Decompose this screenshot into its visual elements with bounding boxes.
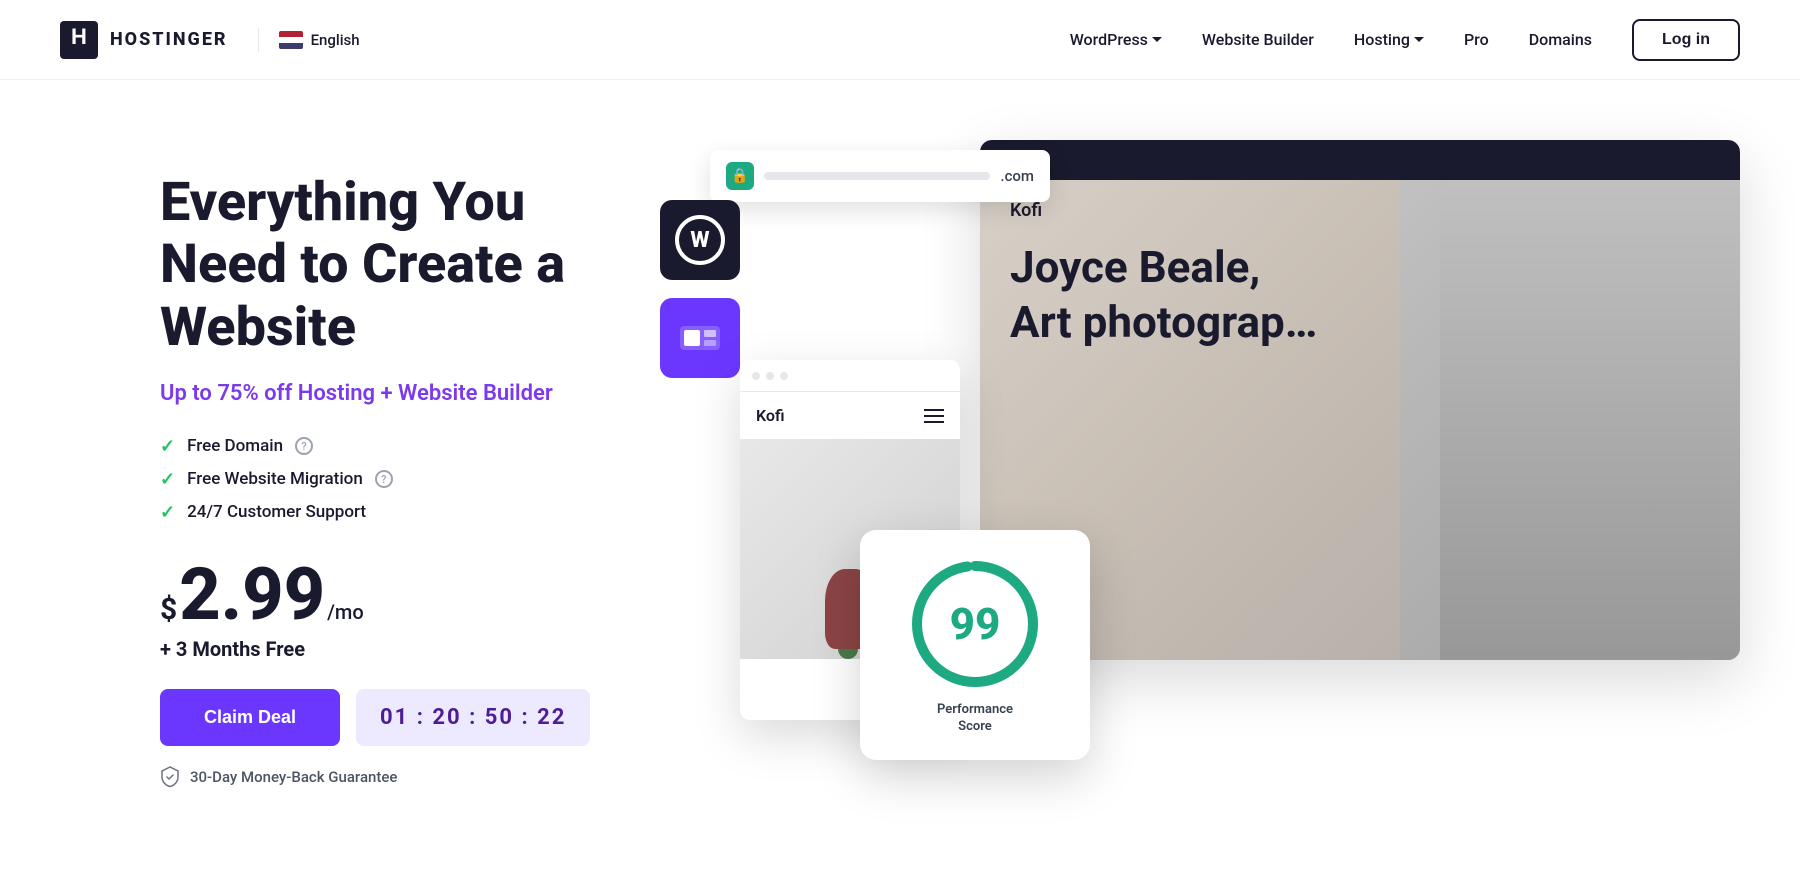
check-icon: ✓	[160, 436, 175, 457]
language-label: English	[311, 31, 360, 49]
website-hero-text: Joyce Beale, Art photograp…	[1010, 240, 1317, 350]
nav-item-hosting[interactable]: Hosting	[1354, 30, 1424, 49]
wordpress-icon-box: W	[660, 200, 740, 280]
hero-section: Everything You Need to Create a Website …	[0, 80, 1800, 880]
webflow-icon	[676, 320, 724, 356]
url-line	[764, 172, 990, 180]
mobile-site-name: Kofi	[756, 406, 785, 425]
info-icon[interactable]: ?	[295, 437, 313, 455]
browser-large: Kofi Joyce Beale, Art photograp…	[980, 140, 1740, 660]
price-block: $ 2.99 /mo + 3 Months Free	[160, 559, 600, 661]
price-dollar: $	[160, 592, 177, 627]
nav-divider	[258, 28, 259, 52]
chevron-down-icon	[1414, 37, 1424, 42]
info-icon[interactable]: ?	[375, 470, 393, 488]
url-dot-com: .com	[1000, 167, 1034, 185]
guarantee-text: 30-Day Money-Back Guarantee	[160, 766, 600, 788]
navigation: H HOSTINGER English WordPress Website Bu…	[0, 0, 1800, 80]
flag-icon	[279, 31, 303, 49]
price-number: 2.99	[179, 559, 325, 631]
website-preview: Kofi Joyce Beale, Art photograp…	[980, 180, 1740, 660]
performance-ring: 99	[905, 554, 1045, 694]
mobile-header: Kofi	[740, 392, 960, 439]
nav-item-website-builder[interactable]: Website Builder	[1202, 30, 1314, 49]
login-button[interactable]: Log in	[1632, 19, 1740, 61]
webflow-icon-box	[660, 298, 740, 378]
ssl-badge: 🔒	[726, 162, 754, 190]
check-icon: ✓	[160, 502, 175, 523]
performance-score-label: PerformanceScore	[937, 702, 1013, 736]
mobile-dot	[766, 372, 774, 380]
wordpress-icon: W	[675, 215, 725, 265]
chevron-down-icon	[1152, 37, 1162, 42]
logo-text: HOSTINGER	[110, 29, 228, 50]
url-bar: 🔒 .com	[710, 150, 1050, 202]
website-site-name: Kofi	[980, 180, 1740, 241]
language-selector[interactable]: English	[279, 31, 360, 49]
browser-body: Kofi Joyce Beale, Art photograp…	[980, 180, 1740, 660]
countdown-timer: 01 : 20 : 50 : 22	[356, 689, 590, 746]
nav-item-domains[interactable]: Domains	[1529, 30, 1592, 49]
logo[interactable]: H HOSTINGER	[60, 21, 228, 59]
hero-title: Everything You Need to Create a Website	[160, 172, 600, 358]
mobile-toolbar	[740, 360, 960, 392]
hero-right: 🔒 .com W	[660, 120, 1740, 840]
nav-item-wordpress[interactable]: WordPress	[1070, 30, 1162, 49]
hero-left: Everything You Need to Create a Website …	[160, 172, 660, 787]
hero-subtitle: Up to 75% off Hosting + Website Builder	[160, 381, 600, 406]
performance-score-number: 99	[950, 602, 1001, 646]
hostinger-logo-icon: H	[60, 21, 98, 59]
mobile-dot	[752, 372, 760, 380]
price-free: + 3 Months Free	[160, 637, 600, 661]
list-item: ✓ Free Domain ?	[160, 436, 600, 457]
features-list: ✓ Free Domain ? ✓ Free Website Migration…	[160, 436, 600, 523]
mobile-dot	[780, 372, 788, 380]
list-item: ✓ Free Website Migration ?	[160, 469, 600, 490]
performance-score-text: 99	[950, 602, 1001, 646]
nav-item-pro[interactable]: Pro	[1464, 30, 1489, 49]
shield-icon	[160, 766, 180, 788]
price-per-month: /mo	[327, 600, 364, 624]
performance-score-card: 99 PerformanceScore	[860, 530, 1090, 760]
hamburger-icon[interactable]	[924, 409, 944, 423]
list-item: ✓ 24/7 Customer Support	[160, 502, 600, 523]
browser-toolbar	[980, 140, 1740, 180]
cta-row: Claim Deal 01 : 20 : 50 : 22	[160, 689, 600, 746]
nav-right: WordPress Website Builder Hosting Pro Do…	[1070, 19, 1740, 61]
check-icon: ✓	[160, 469, 175, 490]
claim-deal-button[interactable]: Claim Deal	[160, 689, 340, 746]
svg-text:H: H	[71, 23, 87, 48]
